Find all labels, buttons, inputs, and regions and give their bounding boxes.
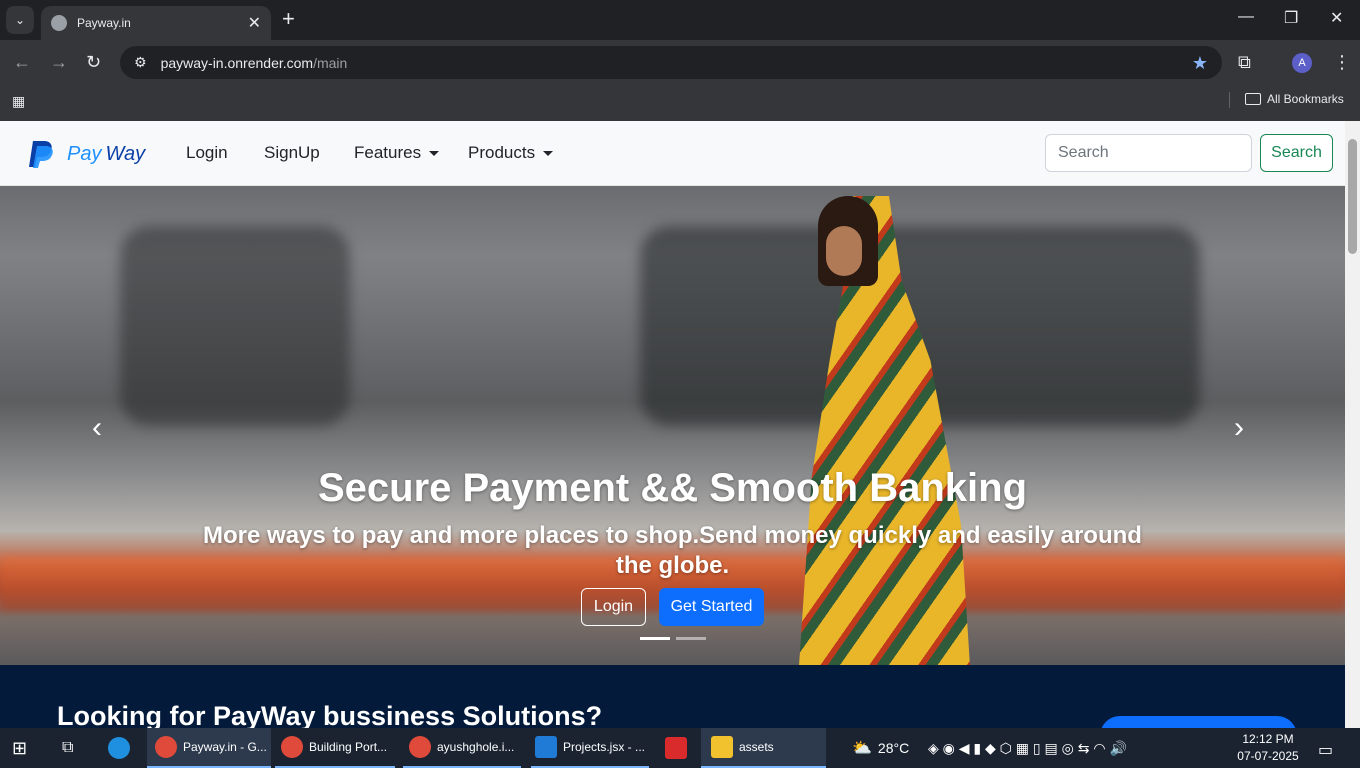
site-info-icon[interactable]: ⚙ — [134, 54, 147, 71]
train-window-left — [120, 226, 350, 426]
reload-icon[interactable]: ↻ — [86, 52, 101, 73]
system-clock[interactable]: 12:12 PM 07-07-2025 — [1236, 731, 1300, 765]
carousel-indicator-active[interactable] — [640, 637, 670, 640]
search-input[interactable] — [1045, 134, 1252, 172]
wps-icon[interactable] — [665, 728, 693, 768]
tab-search-icon[interactable]: ⌄ — [6, 6, 34, 34]
weather-icon: ⛅ — [852, 740, 872, 757]
business-cta-button[interactable] — [1100, 716, 1297, 728]
nav-login[interactable]: Login — [186, 143, 228, 163]
all-bookmarks-label: All Bookmarks — [1267, 92, 1344, 106]
page-viewport: Pay Way Login SignUp Features Products S… — [0, 121, 1345, 728]
new-tab-icon[interactable]: + — [282, 8, 295, 30]
nav-signup[interactable]: SignUp — [264, 143, 320, 163]
profile-avatar[interactable]: A — [1292, 53, 1312, 73]
page-scrollbar[interactable] — [1345, 121, 1360, 728]
brand-pay: Pay — [67, 142, 102, 165]
carousel-next-icon[interactable]: › — [1234, 411, 1244, 445]
folder-icon — [711, 736, 733, 758]
apps-grid-icon[interactable]: ▦ — [12, 93, 25, 110]
chrome-icon — [281, 736, 303, 758]
close-window-icon[interactable]: ✕ — [1330, 8, 1343, 28]
hero-title: Secure Payment && Smooth Banking — [317, 466, 1028, 510]
folder-icon — [1245, 93, 1261, 105]
chrome-icon — [155, 736, 177, 758]
restore-icon[interactable]: ❐ — [1284, 8, 1298, 28]
brand-logo[interactable]: Pay Way — [27, 139, 145, 169]
back-icon[interactable]: ← — [13, 52, 31, 73]
carousel-prev-icon[interactable]: ‹ — [92, 411, 102, 445]
woman-face — [826, 226, 862, 276]
browser-tab[interactable]: Payway.in ✕ — [41, 6, 271, 40]
bookmarks-bar — [0, 86, 1360, 121]
minimize-icon[interactable]: — — [1238, 8, 1254, 26]
tab-title: Payway.in — [77, 16, 131, 30]
extensions-icon[interactable]: ⧉ — [1238, 52, 1251, 73]
nav-products-dropdown[interactable]: Products — [468, 143, 554, 163]
taskbar-chrome-building[interactable]: Building Port... — [275, 728, 395, 768]
hero-caption: Secure Payment && Smooth Banking More wa… — [0, 466, 1345, 581]
bookmark-star-icon[interactable]: ★ — [1192, 53, 1208, 74]
edge-icon[interactable] — [108, 728, 136, 768]
taskbar-chrome-payway[interactable]: Payway.in - G... — [147, 728, 271, 768]
business-section: Looking for PayWay bussiness Solutions? — [0, 665, 1345, 728]
taskbar-explorer-assets[interactable]: assets — [701, 728, 826, 768]
caret-down-icon — [543, 151, 554, 157]
nav-features-dropdown[interactable]: Features — [354, 143, 440, 163]
search-button[interactable]: Search — [1260, 134, 1333, 172]
start-icon[interactable]: ⊞ — [12, 728, 27, 768]
favicon-icon — [51, 15, 67, 31]
all-bookmarks-button[interactable]: All Bookmarks — [1245, 92, 1344, 106]
paypal-logo-icon — [29, 141, 53, 168]
site-navbar: Pay Way Login SignUp Features Products S… — [0, 121, 1345, 186]
forward-icon[interactable]: → — [50, 52, 68, 73]
taskbar-chrome-ayush[interactable]: ayushghole.i... — [403, 728, 521, 768]
address-bar[interactable]: ⚙ payway-in.onrender.com/main ★ — [120, 46, 1222, 79]
bookmarks-divider — [1229, 92, 1230, 108]
tab-close-icon[interactable]: ✕ — [248, 13, 261, 33]
hero-subtitle: More ways to pay and more places to shop… — [203, 522, 1142, 579]
tray-icons[interactable]: ◈ ◉ ◀ ▮ ◆ ⬡ ▦ ▯ ▤ ◎ ⇆ ◠ 🔊 — [928, 740, 1127, 757]
business-heading: Looking for PayWay bussiness Solutions? — [57, 701, 603, 728]
caret-down-icon — [429, 151, 440, 157]
url-text: payway-in.onrender.com/main — [160, 54, 348, 71]
weather-widget[interactable]: ⛅ 28°C — [852, 728, 909, 768]
carousel-indicator[interactable] — [676, 637, 706, 640]
vscode-icon — [535, 736, 557, 758]
taskbar-vscode[interactable]: Projects.jsx - ... — [531, 728, 649, 768]
menu-icon[interactable]: ⋮ — [1333, 52, 1351, 73]
brand-way: Way — [105, 142, 146, 165]
hero-carousel: ‹ › Secure Payment && Smooth Banking Mor… — [0, 186, 1345, 665]
get-started-button[interactable]: Get Started — [659, 588, 764, 626]
chrome-icon — [409, 736, 431, 758]
scrollbar-thumb[interactable] — [1348, 139, 1357, 254]
notification-icon[interactable]: ▭ — [1318, 740, 1333, 760]
hero-login-button[interactable]: Login — [581, 588, 646, 626]
task-view-icon[interactable]: ⧉ — [62, 728, 73, 768]
